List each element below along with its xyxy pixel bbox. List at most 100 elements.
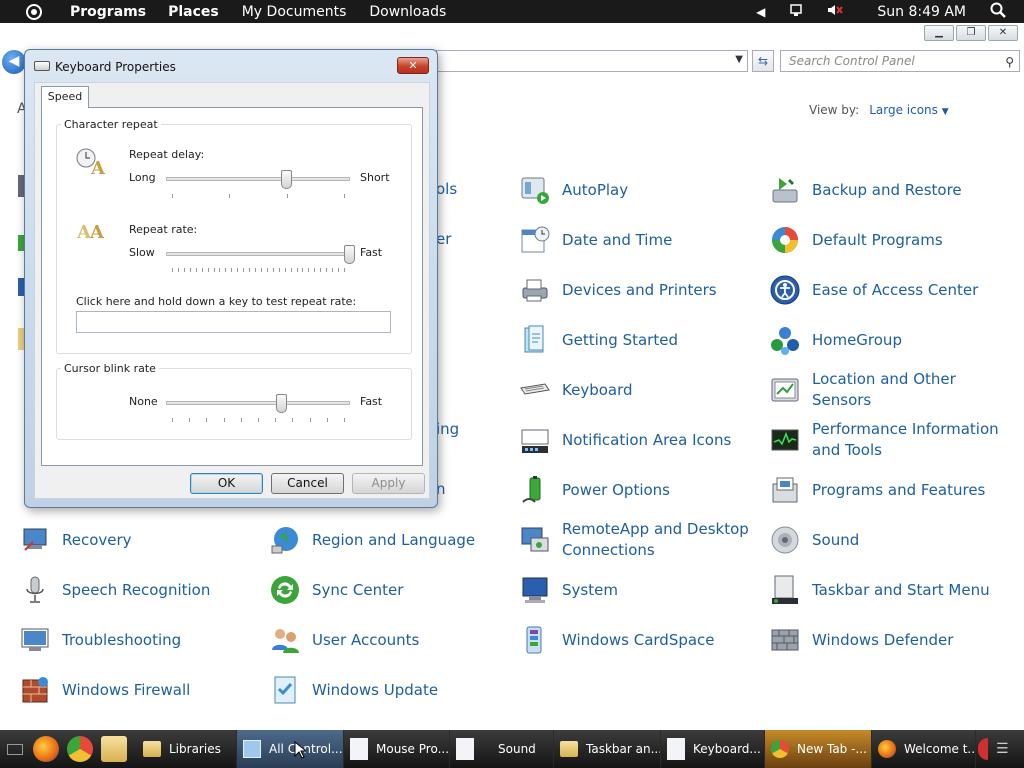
menu-programs[interactable]: Programs xyxy=(70,4,146,20)
tab-speed[interactable]: Speed xyxy=(41,86,89,108)
search-icon[interactable] xyxy=(990,2,1006,21)
cp-item-windows-defender[interactable]: Windows Defender xyxy=(768,618,1008,662)
clock[interactable]: Sun 8:49 AM xyxy=(877,4,966,20)
test-repeat-label: Click here and hold down a key to test r… xyxy=(76,295,357,308)
overflow-app-icon[interactable] xyxy=(978,738,988,760)
chrome-icon xyxy=(771,740,789,758)
taskbar-mouse-properties[interactable]: Mouse Pro... xyxy=(344,730,450,768)
cp-item-taskbar-and-start-menu[interactable]: Taskbar and Start Menu xyxy=(768,568,1008,612)
slider-tick xyxy=(344,194,345,198)
cp-item-windows-update[interactable]: Windows Update xyxy=(268,668,508,712)
slider-tick xyxy=(292,418,294,422)
cp-item-ease-of-access-center[interactable]: Ease of Access Center xyxy=(768,268,1008,312)
repeat-delay-ticks xyxy=(172,194,345,198)
cp-item-speech-recognition[interactable]: Speech Recognition xyxy=(18,568,258,612)
menu-places[interactable]: Places xyxy=(168,4,219,20)
cp-item-label: Region and Language xyxy=(312,530,476,549)
repeat-rate-label: Repeat rate: xyxy=(129,223,198,236)
cp-item-label: Backup and Restore xyxy=(812,180,962,199)
cp-item-region-and-language[interactable]: Region and Language xyxy=(268,518,508,562)
view-by-label: View by: xyxy=(809,103,860,117)
cp-item-troubleshooting[interactable]: Troubleshooting xyxy=(18,618,258,662)
taskbar-label: Taskbar an... xyxy=(586,742,661,756)
slider-tick xyxy=(275,418,277,422)
arrow-left-icon[interactable]: ◀ xyxy=(756,5,765,19)
close-window-button[interactable]: ✕ xyxy=(988,25,1018,41)
cp-item-getting-started[interactable]: Getting Started xyxy=(518,318,758,362)
cp-item-recovery[interactable]: Recovery xyxy=(18,518,258,562)
minimize-button[interactable]: ▁ xyxy=(924,25,954,41)
users-icon xyxy=(268,623,302,657)
address-dropdown-icon[interactable]: ▼ xyxy=(735,54,743,65)
slider-tick xyxy=(219,268,221,272)
cp-item-keyboard[interactable]: Keyboard xyxy=(518,368,758,412)
cp-item-homegroup[interactable]: HomeGroup xyxy=(768,318,1008,362)
partial-label-indexing[interactable]: ing xyxy=(436,420,459,438)
repeat-rate-slider-track[interactable] xyxy=(166,252,350,256)
apply-button[interactable]: Apply xyxy=(352,473,425,494)
restore-button[interactable]: ❐ xyxy=(956,25,986,41)
cp-item-label: Ease of Access Center xyxy=(812,280,979,299)
test-repeat-input[interactable] xyxy=(76,311,391,333)
partial-label-tools[interactable]: ols xyxy=(436,180,457,198)
cp-item-location-and-other-sensors[interactable]: Location and Other Sensors xyxy=(768,368,1008,412)
cp-item-power-options[interactable]: Power Options xyxy=(518,468,758,512)
speaker-icon xyxy=(768,523,802,557)
cp-item-sound[interactable]: Sound xyxy=(768,518,1008,562)
cursor-blink-slider-thumb[interactable] xyxy=(275,394,287,413)
view-by-dropdown[interactable]: Large icons ▼ xyxy=(869,103,948,117)
volume-muted-icon[interactable] xyxy=(827,3,844,20)
start-orb-icon[interactable] xyxy=(20,0,48,23)
folder-icon[interactable] xyxy=(101,736,127,762)
cp-item-performance-information-and-tools[interactable]: Performance Information and Tools xyxy=(768,418,1008,462)
network-icon[interactable] xyxy=(789,3,803,20)
chevron-down-icon: ▼ xyxy=(941,107,949,117)
show-desktop-icon[interactable] xyxy=(7,743,23,755)
search-icon[interactable]: ⚲ xyxy=(1005,52,1014,72)
cp-item-notification-area-icons[interactable]: Notification Area Icons xyxy=(518,418,758,462)
firefox-icon[interactable] xyxy=(33,736,59,762)
back-arrow-icon[interactable]: ◀ xyxy=(2,50,26,74)
cp-item-windows-cardspace[interactable]: Windows CardSpace xyxy=(518,618,758,662)
cp-item-remoteapp-and-desktop-connections[interactable]: RemoteApp and Desktop Connections xyxy=(518,518,758,562)
cp-item-label: Windows CardSpace xyxy=(562,630,715,649)
taskbar-taskbar-and-start[interactable]: Taskbar an... xyxy=(554,730,661,768)
cp-item-system[interactable]: System xyxy=(518,568,758,612)
cp-item-windows-firewall[interactable]: Windows Firewall xyxy=(18,668,258,712)
cp-item-label: RemoteApp and Desktop Connections xyxy=(562,520,749,559)
address-bar[interactable]: ▼ xyxy=(436,50,748,72)
ok-button[interactable]: OK xyxy=(190,473,263,494)
cp-item-backup-and-restore[interactable]: Backup and Restore xyxy=(768,168,1008,212)
repeat-rate-ticks xyxy=(172,268,345,272)
cp-item-programs-and-features[interactable]: Programs and Features xyxy=(768,468,1008,512)
taskbar-sound[interactable]: Sound xyxy=(450,730,554,768)
taskbar-welcome[interactable]: Welcome t... xyxy=(872,730,976,768)
taskbar-libraries[interactable]: Libraries xyxy=(137,730,237,768)
cursor-blink-slider-track[interactable] xyxy=(166,401,350,405)
repeat-rate-slider-thumb[interactable] xyxy=(344,245,355,264)
taskbar-menu-icon[interactable]: ☰ xyxy=(996,741,1009,757)
cp-item-sync-center[interactable]: Sync Center xyxy=(268,568,508,612)
cp-item-date-and-time[interactable]: Date and Time xyxy=(518,218,758,262)
notification-icon xyxy=(518,423,552,457)
taskbar-all-control-panel[interactable]: All Control... xyxy=(237,730,344,768)
close-button[interactable]: ✕ xyxy=(397,57,429,74)
slider-tick xyxy=(240,418,242,422)
chrome-icon[interactable] xyxy=(67,736,93,762)
cursor-blink-label: Cursor blink rate xyxy=(61,362,159,375)
taskbar-keyboard[interactable]: Keyboard... xyxy=(661,730,765,768)
search-input[interactable]: Search Control Panel ⚲ xyxy=(780,50,1020,72)
menu-my-documents[interactable]: My Documents xyxy=(242,4,347,20)
repeat-delay-slider-thumb[interactable] xyxy=(281,170,293,189)
cp-item-devices-and-printers[interactable]: Devices and Printers xyxy=(518,268,758,312)
repeat-delay-slider-track[interactable] xyxy=(166,177,350,181)
partial-label-manager[interactable]: er xyxy=(436,230,451,248)
menu-downloads[interactable]: Downloads xyxy=(369,4,446,20)
cp-item-default-programs[interactable]: Default Programs xyxy=(768,218,1008,262)
refresh-icon[interactable]: ⇆ xyxy=(752,50,774,72)
slider-tick xyxy=(249,268,251,272)
cp-item-user-accounts[interactable]: User Accounts xyxy=(268,618,508,662)
cp-item-autoplay[interactable]: AutoPlay xyxy=(518,168,758,212)
cancel-button[interactable]: Cancel xyxy=(271,473,344,494)
taskbar-new-tab[interactable]: New Tab -... xyxy=(765,730,872,768)
